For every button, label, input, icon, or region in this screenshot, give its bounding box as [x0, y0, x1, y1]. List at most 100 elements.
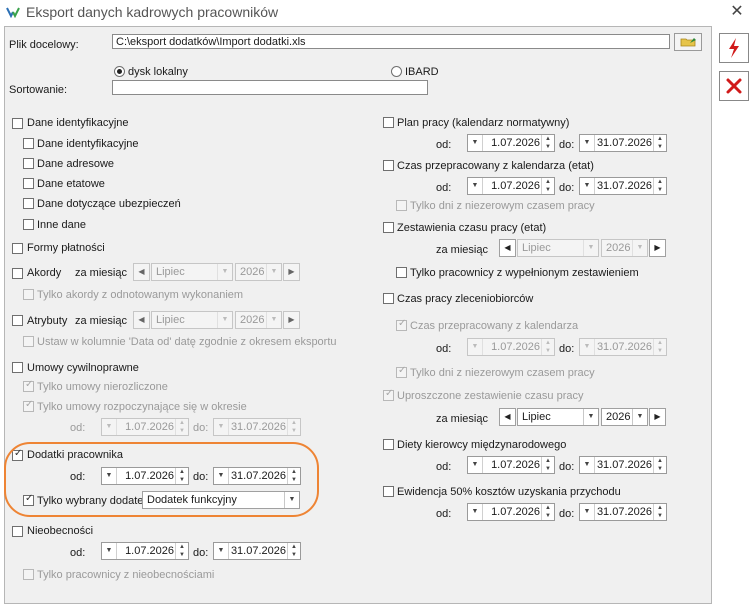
- cancel-button[interactable]: [719, 71, 749, 101]
- akordy-only-checkbox[interactable]: [23, 289, 34, 300]
- zest-month-select[interactable]: Lipiec ▼: [517, 239, 599, 257]
- upr-month-select[interactable]: Lipiec ▼: [517, 408, 599, 426]
- atrybuty-prev-month-button[interactable]: ◀: [133, 311, 150, 329]
- zlec-from-date[interactable]: ▼ 1.07.2026 ▲ ▼: [467, 338, 555, 356]
- atrybuty-checkbox[interactable]: [12, 315, 23, 326]
- nieob-only-checkbox[interactable]: [23, 569, 34, 580]
- umowy-label: Umowy cywilnoprawne: [27, 362, 139, 374]
- nieob-from-date[interactable]: ▼ 1.07.2026 ▲ ▼: [101, 542, 189, 560]
- sub-ubezpieczen-checkbox[interactable]: [23, 198, 34, 209]
- ewid-to-date[interactable]: ▼ 31.07.2026 ▲ ▼: [579, 503, 667, 521]
- dodatki-checkbox[interactable]: ✓: [12, 448, 23, 461]
- ewid-od-label: od:: [436, 508, 452, 520]
- radio-local-label: dysk lokalny: [128, 66, 188, 78]
- dodatek-select[interactable]: Dodatek funkcyjny ▼: [142, 491, 300, 509]
- zlec-kal-checkbox[interactable]: ✓: [396, 318, 407, 331]
- umowy-rozpoczynajace-checkbox[interactable]: ✓: [23, 399, 34, 412]
- zlecenio-checkbox[interactable]: [383, 293, 394, 304]
- tylko-dodatek-label: Tylko wybrany dodatek: [37, 495, 149, 507]
- akordy-next-month-button[interactable]: ▶: [283, 263, 300, 281]
- umowy-checkbox[interactable]: [12, 362, 23, 373]
- window-title: Eksport danych kadrowych pracowników: [26, 4, 279, 20]
- zlec-to-date[interactable]: ▼ 31.07.2026 ▲ ▼: [579, 338, 667, 356]
- umowy-rozpoczynajace-label: Tylko umowy rozpoczynające się w okresie: [37, 401, 247, 413]
- atrybuty-next-month-button[interactable]: ▶: [283, 311, 300, 329]
- atrybuty-ustaw-checkbox[interactable]: [23, 336, 34, 347]
- akordy-month-select[interactable]: Lipiec ▼: [151, 263, 233, 281]
- czas-kal-to-date[interactable]: ▼ 31.07.2026 ▲ ▼: [579, 177, 667, 195]
- czas-kal-checkbox[interactable]: [383, 160, 394, 171]
- sub-inne-checkbox[interactable]: [23, 219, 34, 230]
- ewidencja-checkbox[interactable]: [383, 486, 394, 497]
- atrybuty-year-select[interactable]: 2026 ▼: [235, 311, 282, 329]
- dodatki-from-date[interactable]: ▼ 1.07.2026 ▲ ▼: [101, 467, 189, 485]
- czas-kal-label: Czas przepracowany z kalendarza (etat): [397, 160, 594, 172]
- akordy-checkbox[interactable]: [12, 268, 23, 279]
- czas-kal-do-label: do:: [559, 182, 575, 194]
- sort-input[interactable]: [112, 80, 428, 95]
- atrybuty-month-select[interactable]: Lipiec ▼: [151, 311, 233, 329]
- zlec-only-checkbox[interactable]: ✓: [396, 365, 407, 378]
- umowy-nierozliczone-checkbox[interactable]: ✓: [23, 379, 34, 392]
- uproszczone-checkbox[interactable]: ✓: [383, 388, 394, 401]
- akordy-year-select[interactable]: 2026 ▼: [235, 263, 282, 281]
- sub-identyfikacyjne-checkbox[interactable]: [23, 138, 34, 149]
- ewid-from-date[interactable]: ▼ 1.07.2026 ▲ ▼: [467, 503, 555, 521]
- zlecenio-label: Czas pracy zleceniobiorców: [397, 293, 534, 305]
- radio-local-disk[interactable]: [114, 66, 125, 77]
- dodatki-do-label: do:: [193, 471, 209, 483]
- dane-identyfikacyjne-checkbox[interactable]: [12, 118, 23, 129]
- sub-adresowe-checkbox[interactable]: [23, 158, 34, 169]
- zlec-only-label: Tylko dni z niezerowym czasem pracy: [410, 367, 595, 379]
- plan-checkbox[interactable]: [383, 117, 394, 128]
- sub-inne-label: Inne dane: [37, 219, 86, 231]
- sub-identyfikacyjne-label: Dane identyfikacyjne: [37, 138, 139, 150]
- diety-checkbox[interactable]: [383, 439, 394, 450]
- zest-year-select[interactable]: 2026 ▼: [601, 239, 648, 257]
- radio-ibard[interactable]: [391, 66, 402, 77]
- radio-ibard-label: IBARD: [405, 66, 439, 78]
- sort-label: Sortowanie:: [9, 84, 68, 96]
- ewidencja-label: Ewidencja 50% kosztów uzyskania przychod…: [397, 486, 621, 498]
- upr-next-month-button[interactable]: ▶: [649, 408, 666, 426]
- czas-kal-from-date[interactable]: ▼ 1.07.2026 ▲ ▼: [467, 177, 555, 195]
- nieobecnosci-checkbox[interactable]: [12, 526, 23, 537]
- czas-kal-od-label: od:: [436, 182, 452, 194]
- tylko-dodatek-checkbox[interactable]: ✓: [23, 493, 34, 506]
- zest-next-month-button[interactable]: ▶: [649, 239, 666, 257]
- folder-icon: [680, 38, 696, 47]
- plan-from-date[interactable]: ▼ 1.07.2026 ▲ ▼: [467, 134, 555, 152]
- atrybuty-za-miesiac-label: za miesiąc: [75, 315, 127, 327]
- akordy-prev-month-button[interactable]: ◀: [133, 263, 150, 281]
- zest-prev-month-button[interactable]: ◀: [499, 239, 516, 257]
- czas-kal-only-checkbox[interactable]: [396, 200, 407, 211]
- zest-only-checkbox[interactable]: [396, 267, 407, 278]
- plan-od-label: od:: [436, 139, 452, 151]
- dane-identyfikacyjne-label: Dane identyfikacyjne: [27, 117, 129, 129]
- diety-to-date[interactable]: ▼ 31.07.2026 ▲ ▼: [579, 456, 667, 474]
- file-path-input[interactable]: C:\eksport dodatków\Import dodatki.xls: [112, 34, 670, 49]
- sub-adresowe-label: Dane adresowe: [37, 158, 115, 170]
- formy-checkbox[interactable]: [12, 243, 23, 254]
- formy-label: Formy płatności: [27, 242, 105, 254]
- nieob-to-date[interactable]: ▼ 31.07.2026 ▲ ▼: [213, 542, 301, 560]
- export-run-button[interactable]: [719, 33, 749, 63]
- close-window-icon[interactable]: ✕: [727, 2, 747, 22]
- upr-year-select[interactable]: 2026 ▼: [601, 408, 648, 426]
- umowy-to-date[interactable]: ▼ 31.07.2026 ▲ ▼: [213, 418, 301, 436]
- dodatki-to-date[interactable]: ▼ 31.07.2026 ▲ ▼: [213, 467, 301, 485]
- nieobecnosci-label: Nieobecności: [27, 525, 94, 537]
- sub-etatowe-checkbox[interactable]: [23, 178, 34, 189]
- browse-button[interactable]: [674, 33, 702, 51]
- file-label: Plik docelowy:: [9, 39, 79, 51]
- upr-za-miesiac-label: za miesiąc: [436, 413, 488, 425]
- nieob-od-label: od:: [70, 547, 86, 559]
- upr-prev-month-button[interactable]: ◀: [499, 408, 516, 426]
- uproszczone-label: Uproszczone zestawienie czasu pracy: [397, 390, 584, 402]
- umowy-from-date[interactable]: ▼ 1.07.2026 ▲ ▼: [101, 418, 189, 436]
- zestawienia-checkbox[interactable]: [383, 222, 394, 233]
- nieob-do-label: do:: [193, 547, 209, 559]
- zlec-kal-label: Czas przepracowany z kalendarza: [410, 320, 579, 332]
- diety-from-date[interactable]: ▼ 1.07.2026 ▲ ▼: [467, 456, 555, 474]
- plan-to-date[interactable]: ▼ 31.07.2026 ▲ ▼: [579, 134, 667, 152]
